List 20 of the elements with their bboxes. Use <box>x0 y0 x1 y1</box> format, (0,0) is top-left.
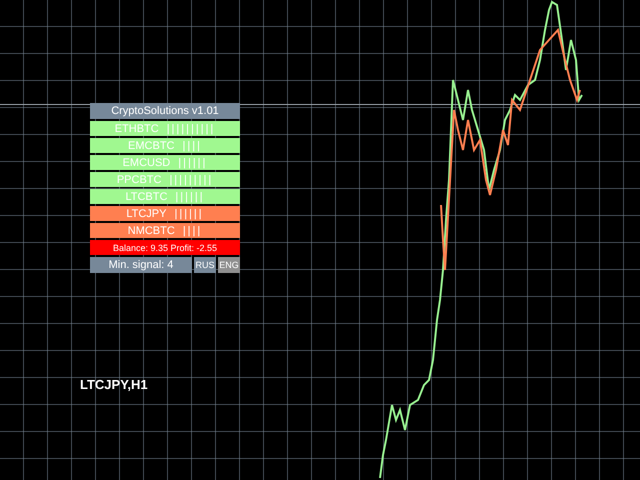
symbol-label: EMCBTC <box>128 140 174 152</box>
signal-bars: |||||| <box>174 208 204 220</box>
symbol-label: ETHBTC <box>114 122 159 134</box>
signal-bars: ||||||||| <box>169 174 214 186</box>
signal-bars: |||| <box>182 224 202 236</box>
balance-bar: Balance: 9.35 Profit: -2.55 <box>90 240 240 255</box>
signal-bars: |||| <box>182 140 202 152</box>
symbol-label: NMCBTC <box>128 224 175 236</box>
signal-bars: |||||||||| <box>166 122 216 134</box>
symbol-label: LTCBTC <box>125 190 168 202</box>
symbol-label: LTCJPY <box>126 208 166 220</box>
panel-title: CryptoSolutions v1.01 <box>90 103 240 119</box>
min-signal-label: Min. signal: 4 <box>90 257 192 273</box>
language-button[interactable]: RUS <box>194 257 216 273</box>
symbol-label: PPCBTC <box>116 174 162 186</box>
symbol-label: EMCUSD <box>122 156 170 168</box>
signal-bars: |||||| <box>178 156 208 168</box>
signal-bars: |||||| <box>175 190 205 202</box>
symbol-timeframe-label: LTCJPY,H1 <box>80 377 148 392</box>
language-button[interactable]: ENG <box>218 257 240 273</box>
